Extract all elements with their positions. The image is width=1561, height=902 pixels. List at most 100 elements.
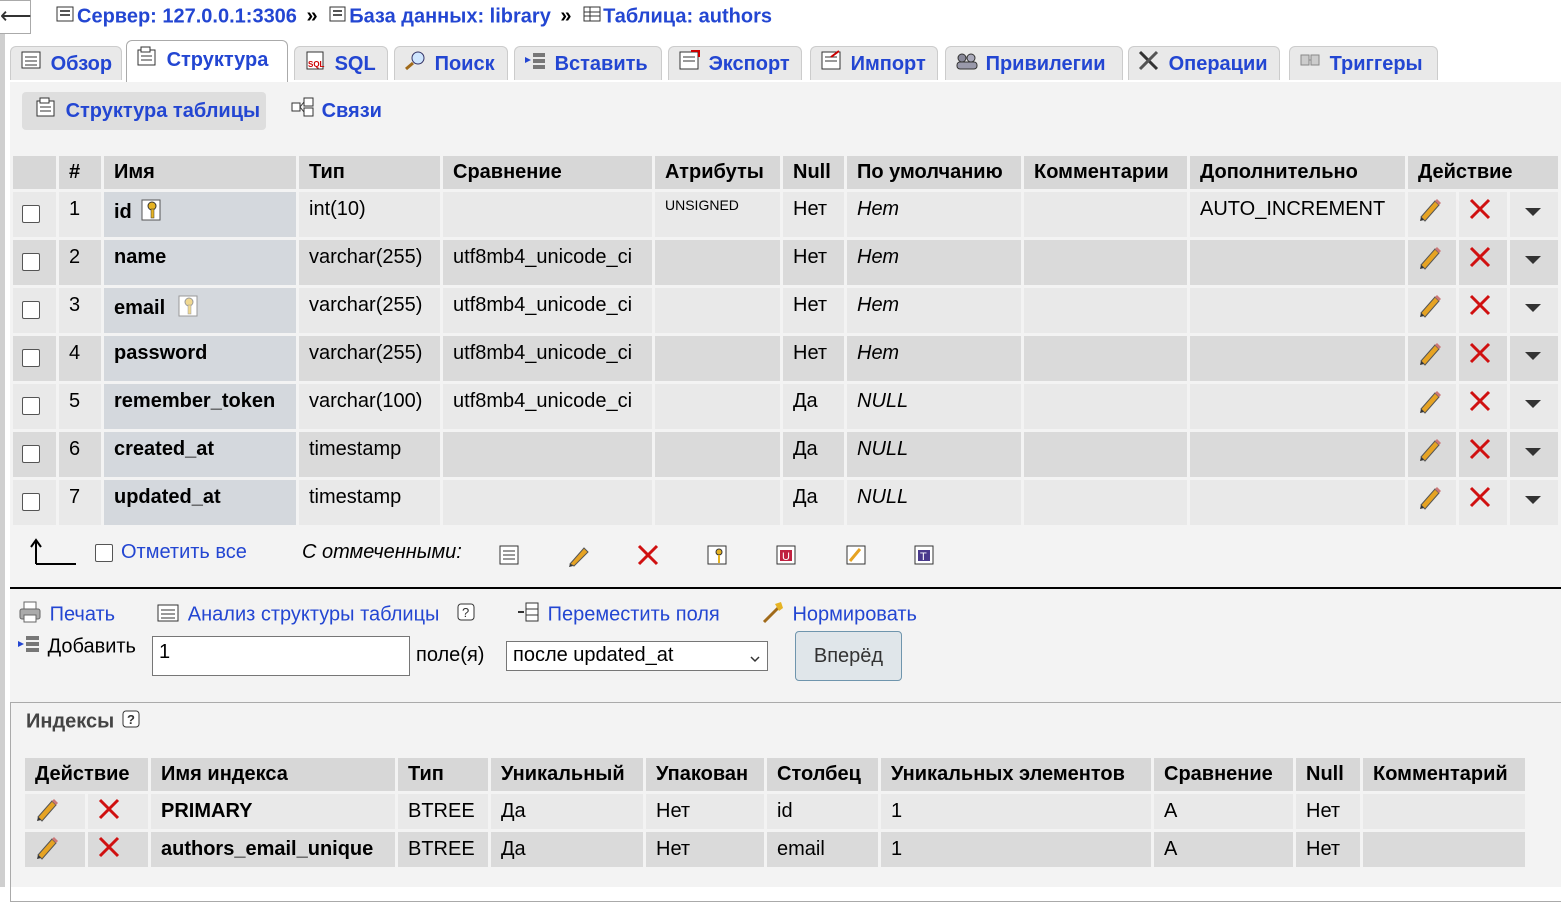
- column-header-num[interactable]: #: [59, 156, 101, 189]
- tab-operations[interactable]: Операции: [1128, 46, 1280, 80]
- check-all-link[interactable]: Отметить все: [121, 541, 247, 564]
- column-header-default[interactable]: По умолчанию: [847, 156, 1021, 189]
- column-comments: [1024, 384, 1187, 429]
- tab-privileges[interactable]: Привилегии: [945, 46, 1123, 80]
- delete-x-icon[interactable]: [1467, 196, 1493, 228]
- tab-sql[interactable]: SQL SQL: [294, 46, 388, 80]
- primary-key-selected-icon[interactable]: [705, 543, 731, 573]
- column-extra: [1190, 288, 1405, 333]
- breadcrumb-server-link[interactable]: Сервер: 127.0.0.1:3306: [77, 5, 297, 27]
- tab-export[interactable]: Экспорт: [668, 46, 802, 80]
- delete-x-icon[interactable]: [96, 834, 122, 866]
- export-icon: [677, 48, 703, 82]
- edit-pencil-icon[interactable]: [33, 834, 61, 866]
- breadcrumb-table-link[interactable]: Таблица: authors: [603, 5, 772, 27]
- delete-x-icon[interactable]: [1467, 244, 1493, 276]
- tab-label: Привилегии: [985, 53, 1106, 75]
- delete-x-icon[interactable]: [1467, 292, 1493, 324]
- index-edit-cell: [25, 794, 85, 829]
- fulltext-selected-icon[interactable]: T: [912, 543, 938, 573]
- edit-pencil-icon[interactable]: [1416, 292, 1444, 324]
- edit-column-cell: [1408, 192, 1456, 237]
- column-header-collation[interactable]: Сравнение: [443, 156, 652, 189]
- row-checkbox[interactable]: [22, 205, 40, 223]
- row-checkbox[interactable]: [22, 493, 40, 511]
- dropdown-triangle-icon[interactable]: [1522, 346, 1544, 369]
- index-name: authors_email_unique: [151, 832, 395, 867]
- breadcrumb: Сервер: 127.0.0.1:3306 » База данных: li…: [55, 4, 772, 30]
- tab-import[interactable]: Импорт: [810, 46, 938, 80]
- row-checkbox[interactable]: [22, 397, 40, 415]
- tab-insert[interactable]: Вставить: [514, 46, 662, 80]
- tab-structure[interactable]: Структура: [126, 40, 288, 82]
- row-checkbox[interactable]: [22, 349, 40, 367]
- dropdown-triangle-icon[interactable]: [1522, 442, 1544, 465]
- edit-selected-icon[interactable]: [566, 544, 592, 574]
- tab-browse[interactable]: Обзор: [10, 46, 122, 80]
- table-tabs: Обзор Структура SQL SQL Поиск Вставить Э…: [10, 40, 1438, 83]
- dropdown-triangle-icon[interactable]: [1522, 394, 1544, 417]
- dropdown-triangle-icon[interactable]: [1522, 490, 1544, 513]
- delete-x-icon[interactable]: [1467, 484, 1493, 516]
- edit-pencil-icon[interactable]: [1416, 436, 1444, 468]
- select-column-header: [13, 156, 56, 189]
- column-header-name[interactable]: Имя: [104, 156, 296, 189]
- index-drop-cell: [88, 794, 148, 829]
- edit-pencil-icon[interactable]: [1416, 340, 1444, 372]
- normalize-link[interactable]: Нормировать: [792, 603, 917, 625]
- privileges-icon: [954, 48, 980, 82]
- delete-x-icon[interactable]: [96, 796, 122, 828]
- analyze-structure-link[interactable]: Анализ структуры таблицы: [188, 603, 440, 625]
- columns-table-body: 1 id int(10) UNSIGNED Нет Нет AUTO_INCREMENT 2 n…: [13, 192, 1558, 525]
- table-row: 5 remember_token varchar(100) utf8mb4_unico…: [13, 384, 1558, 429]
- edit-pencil-icon[interactable]: [1416, 196, 1444, 228]
- column-number: 4: [59, 336, 101, 381]
- row-checkbox[interactable]: [22, 253, 40, 271]
- collapse-navigation-button[interactable]: ⟵: [0, 0, 32, 34]
- delete-x-icon[interactable]: [1467, 436, 1493, 468]
- tab-label: SQL: [334, 53, 376, 75]
- position-select[interactable]: после updated_at: [506, 641, 768, 671]
- normalize-icon: [761, 600, 787, 630]
- breadcrumb-database-link[interactable]: База данных: library: [349, 5, 551, 27]
- index-selected-icon[interactable]: [844, 543, 870, 573]
- edit-pencil-icon[interactable]: [1416, 244, 1444, 276]
- column-header-null[interactable]: Null: [783, 156, 844, 189]
- tab-triggers[interactable]: Триггеры: [1289, 46, 1438, 80]
- subtab-relations[interactable]: Связи: [278, 92, 388, 130]
- column-header-extra[interactable]: Дополнительно: [1190, 156, 1405, 189]
- row-select-cell: [13, 480, 56, 525]
- tab-search[interactable]: Поиск: [394, 46, 508, 80]
- edit-column-cell: [1408, 336, 1456, 381]
- print-link[interactable]: Печать: [50, 603, 116, 625]
- go-button[interactable]: Вперёд: [795, 631, 902, 681]
- column-name: created_at: [114, 438, 215, 460]
- column-header-type[interactable]: Тип: [299, 156, 440, 189]
- add-count-input[interactable]: 1: [152, 636, 410, 676]
- edit-pencil-icon[interactable]: [1416, 388, 1444, 420]
- help-icon[interactable]: ?: [120, 708, 142, 736]
- column-header-comments[interactable]: Комментарии: [1024, 156, 1187, 189]
- help-icon[interactable]: ?: [455, 601, 477, 629]
- move-columns-link[interactable]: Переместить поля: [548, 603, 720, 625]
- column-number: 2: [59, 240, 101, 285]
- edit-pencil-icon[interactable]: [33, 796, 61, 828]
- delete-x-icon[interactable]: [1467, 388, 1493, 420]
- dropdown-triangle-icon[interactable]: [1522, 250, 1544, 273]
- subtab-table-structure[interactable]: Структура таблицы: [22, 92, 267, 130]
- unique-selected-icon[interactable]: U: [774, 543, 800, 573]
- delete-x-icon[interactable]: [1467, 340, 1493, 372]
- check-all-checkbox[interactable]: [95, 544, 113, 568]
- dropdown-triangle-icon[interactable]: [1522, 202, 1544, 225]
- row-checkbox[interactable]: [22, 301, 40, 319]
- index-unique: Да: [491, 832, 643, 867]
- dropdown-triangle-icon[interactable]: [1522, 298, 1544, 321]
- columns-header-row: # Имя Тип Сравнение Атрибуты Null По умо…: [13, 156, 1558, 189]
- column-header-attributes[interactable]: Атрибуты: [655, 156, 780, 189]
- row-checkbox[interactable]: [22, 445, 40, 463]
- database-icon: [327, 4, 349, 30]
- edit-pencil-icon[interactable]: [1416, 484, 1444, 516]
- delete-selected-icon[interactable]: [636, 543, 660, 573]
- browse-selected-icon[interactable]: [498, 544, 522, 572]
- search-icon: [403, 48, 429, 82]
